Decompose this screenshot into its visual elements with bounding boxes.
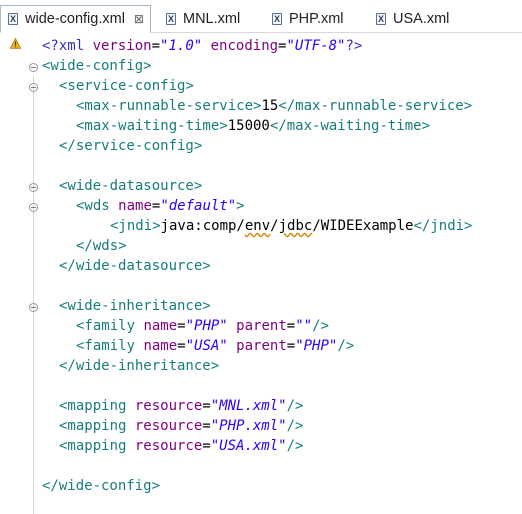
tab-php[interactable]: PHP.xml xyxy=(272,6,344,32)
code-line-16: <family name="USA" parent="PHP"/> xyxy=(76,338,355,354)
xml-file-icon xyxy=(272,13,282,25)
code-line-1: <?xml version="1.0" encoding="UTF-8"?> xyxy=(42,38,363,54)
code-line-2: <wide-config> xyxy=(42,58,152,74)
spelling-squiggle: env xyxy=(244,218,271,234)
code-line-21: <mapping resource="USA.xml"/> xyxy=(59,438,304,454)
fold-toggle-wds[interactable] xyxy=(29,203,38,212)
xml-file-icon xyxy=(8,13,18,25)
xml-file-icon xyxy=(376,13,386,25)
tab-label: MNL.xml xyxy=(183,11,241,27)
tab-mnl[interactable]: MNL.xml xyxy=(166,6,240,32)
code-line-10: <jndi>java:comp/env/jdbc/WIDEExample</jn… xyxy=(110,218,473,234)
code-line-5: <max-waiting-time>15000</max-waiting-tim… xyxy=(76,118,431,134)
fold-toggle-wide-datasource[interactable] xyxy=(29,183,38,192)
code-line-9: <wds name="default"> xyxy=(76,198,245,214)
tab-label: USA.xml xyxy=(393,11,450,27)
code-line-11: </wds> xyxy=(76,238,127,254)
code-line-19: <mapping resource="MNL.xml"/> xyxy=(59,398,304,414)
code-line-8: <wide-datasource> xyxy=(59,178,203,194)
code-line-23: </wide-config> xyxy=(42,478,161,494)
xml-file-icon xyxy=(166,13,176,25)
code-line-20: <mapping resource="PHP.xml"/> xyxy=(59,418,304,434)
fold-guide xyxy=(33,76,34,514)
fold-toggle-wide-config[interactable] xyxy=(29,63,38,72)
editor-tab-bar: wide-config.xml ⊠ MNL.xml PHP.xml USA.xm… xyxy=(0,0,522,33)
code-line-17: </wide-inheritance> xyxy=(59,358,220,374)
spelling-squiggle: jdbc xyxy=(278,218,313,234)
code-line-14: <wide-inheritance> xyxy=(59,298,211,314)
fold-toggle-service-config[interactable] xyxy=(29,83,38,92)
tab-label: PHP.xml xyxy=(289,11,344,27)
code-line-15: <family name="PHP" parent=""/> xyxy=(76,318,329,334)
warning-icon[interactable] xyxy=(10,38,21,49)
fold-toggle-wide-inheritance[interactable] xyxy=(29,303,38,312)
code-line-3: <service-config> xyxy=(59,78,194,94)
close-tab-icon[interactable]: ⊠ xyxy=(134,12,144,26)
xml-source-editor[interactable]: <?xml version="1.0" encoding="UTF-8"?> <… xyxy=(0,33,522,514)
tab-usa[interactable]: USA.xml xyxy=(376,6,449,32)
code-line-6: </service-config> xyxy=(59,138,203,154)
tab-wide-config[interactable]: wide-config.xml ⊠ xyxy=(0,5,151,33)
code-line-4: <max-runnable-service>15</max-runnable-s… xyxy=(76,98,473,114)
tab-label: wide-config.xml xyxy=(25,11,125,27)
code-line-12: </wide-datasource> xyxy=(59,258,211,274)
